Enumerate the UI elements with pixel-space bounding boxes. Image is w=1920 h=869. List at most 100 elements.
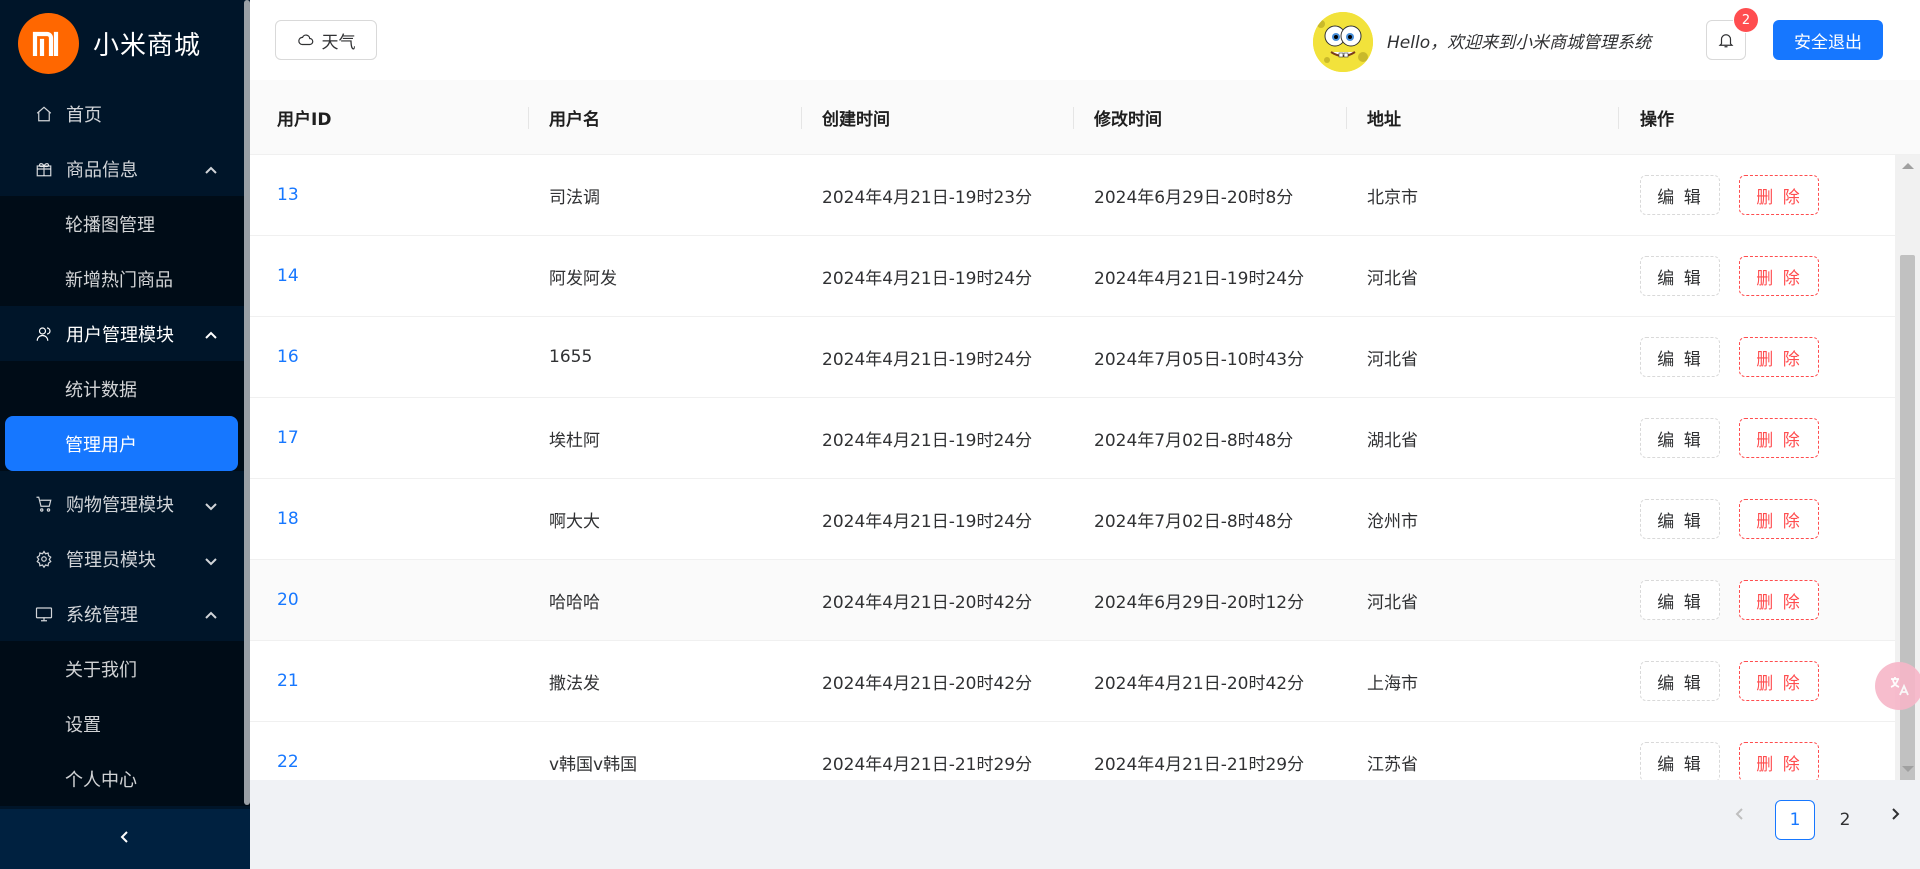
sidebar-item-label: 商品信息 bbox=[66, 159, 138, 181]
sidebar-item-profile[interactable]: 个人中心 bbox=[0, 751, 250, 806]
cell-username: 阿发阿发 bbox=[549, 268, 617, 289]
submenu-products: 轮播图管理 新增热门商品 bbox=[0, 196, 250, 306]
bell-icon bbox=[1718, 34, 1734, 48]
weather-button[interactable]: 天气 bbox=[275, 20, 377, 60]
sidebar-item-home[interactable]: 首页 bbox=[0, 86, 250, 141]
delete-button[interactable]: 删 除 bbox=[1739, 418, 1819, 458]
translate-icon bbox=[1890, 677, 1909, 696]
column-header-id: 用户ID bbox=[277, 110, 332, 130]
cell-user-id[interactable]: 16 bbox=[277, 317, 299, 397]
delete-button[interactable]: 删 除 bbox=[1739, 256, 1819, 296]
edit-button[interactable]: 编 辑 bbox=[1640, 175, 1720, 215]
table-row: 18 啊大大 2024年4月21日-19时24分 2024年7月02日-8时48… bbox=[250, 479, 1895, 560]
sidebar-item-statistics[interactable]: 统计数据 bbox=[0, 361, 250, 416]
cell-address: 江苏省 bbox=[1367, 754, 1418, 775]
brand-logo[interactable]: 小米商城 bbox=[0, 0, 250, 86]
cell-created: 2024年4月21日-20时42分 bbox=[822, 592, 1033, 613]
cell-username: v韩国v韩国 bbox=[549, 754, 638, 775]
sidebar-item-products[interactable]: 商品信息 bbox=[0, 141, 250, 196]
cloud-icon bbox=[297, 34, 313, 46]
cell-address: 河北省 bbox=[1367, 592, 1418, 613]
cell-user-id[interactable]: 17 bbox=[277, 398, 299, 478]
page-1-button[interactable]: 1 bbox=[1775, 800, 1815, 840]
welcome-text: Hello，欢迎来到小米商城管理系统 bbox=[1387, 33, 1652, 53]
translate-float-button[interactable] bbox=[1875, 662, 1920, 710]
cell-modified: 2024年7月02日-8时48分 bbox=[1094, 430, 1294, 451]
settings-icon bbox=[34, 549, 54, 569]
cell-username: 哈哈哈 bbox=[549, 592, 600, 613]
scroll-down-arrow-icon[interactable] bbox=[1902, 766, 1914, 772]
delete-button[interactable]: 删 除 bbox=[1739, 175, 1819, 215]
delete-button[interactable]: 删 除 bbox=[1739, 661, 1819, 701]
sidebar-item-settings[interactable]: 设置 bbox=[0, 696, 250, 751]
cell-address: 沧州市 bbox=[1367, 511, 1418, 532]
cell-user-id[interactable]: 14 bbox=[277, 236, 299, 316]
scroll-up-arrow-icon[interactable] bbox=[1902, 163, 1914, 169]
cell-modified: 2024年4月21日-19时24分 bbox=[1094, 268, 1305, 289]
cell-user-id[interactable]: 21 bbox=[277, 641, 299, 721]
column-divider bbox=[528, 107, 529, 129]
edit-button[interactable]: 编 辑 bbox=[1640, 742, 1720, 780]
sidebar-menu: 小米商城 首页 商品信息 轮播图管理 新增热门商品 用户管理模块 统计数据 管理… bbox=[0, 0, 250, 809]
sidebar-item-manage-users[interactable]: 管理用户 bbox=[5, 416, 238, 471]
column-divider bbox=[1073, 107, 1074, 129]
edit-button[interactable]: 编 辑 bbox=[1640, 418, 1720, 458]
cell-created: 2024年4月21日-19时24分 bbox=[822, 511, 1033, 532]
cell-address: 河北省 bbox=[1367, 268, 1418, 289]
home-icon bbox=[34, 104, 54, 124]
sidebar-item-label: 购物管理模块 bbox=[66, 494, 174, 516]
sidebar-collapse-button[interactable] bbox=[0, 809, 250, 869]
prev-page-button[interactable] bbox=[1733, 806, 1753, 826]
chevron-right-icon bbox=[1892, 808, 1900, 820]
sidebar-item-shopping[interactable]: 购物管理模块 bbox=[0, 476, 250, 531]
cell-user-id[interactable]: 22 bbox=[277, 722, 299, 780]
delete-button[interactable]: 删 除 bbox=[1739, 742, 1819, 780]
sidebar-item-admins[interactable]: 管理员模块 bbox=[0, 531, 250, 586]
chevron-down-icon bbox=[204, 552, 218, 566]
cell-username: 埃杜阿 bbox=[549, 430, 600, 451]
column-header-modified: 修改时间 bbox=[1094, 110, 1162, 130]
cell-modified: 2024年7月02日-8时48分 bbox=[1094, 511, 1294, 532]
sidebar-item-about[interactable]: 关于我们 bbox=[0, 641, 250, 696]
logout-button[interactable]: 安全退出 bbox=[1773, 20, 1883, 60]
avatar[interactable] bbox=[1313, 12, 1373, 72]
edit-button[interactable]: 编 辑 bbox=[1640, 580, 1720, 620]
cell-address: 上海市 bbox=[1367, 673, 1418, 694]
edit-button[interactable]: 编 辑 bbox=[1640, 499, 1720, 539]
page-2-button[interactable]: 2 bbox=[1825, 800, 1865, 840]
sidebar-item-users[interactable]: 用户管理模块 bbox=[0, 306, 250, 361]
next-page-button[interactable] bbox=[1888, 806, 1908, 826]
gift-icon bbox=[34, 159, 54, 179]
cell-created: 2024年4月21日-19时24分 bbox=[822, 349, 1033, 370]
cell-username: 司法调 bbox=[549, 187, 600, 208]
chevron-up-icon bbox=[204, 607, 218, 621]
delete-button[interactable]: 删 除 bbox=[1739, 337, 1819, 377]
delete-button[interactable]: 删 除 bbox=[1739, 499, 1819, 539]
cell-address: 北京市 bbox=[1367, 187, 1418, 208]
cell-modified: 2024年4月21日-20时42分 bbox=[1094, 673, 1305, 694]
delete-button[interactable]: 删 除 bbox=[1739, 580, 1819, 620]
edit-button[interactable]: 编 辑 bbox=[1640, 256, 1720, 296]
sidebar-item-carousel[interactable]: 轮播图管理 bbox=[0, 196, 250, 251]
users-table: 用户ID 用户名 创建时间 修改时间 地址 操作 13 司法调 2024年4月2… bbox=[250, 80, 1920, 780]
sidebar-item-hot-products[interactable]: 新增热门商品 bbox=[0, 251, 250, 306]
table-header: 用户ID 用户名 创建时间 修改时间 地址 操作 bbox=[250, 80, 1920, 155]
cell-user-id[interactable]: 20 bbox=[277, 560, 299, 640]
sidebar-item-label: 系统管理 bbox=[66, 604, 138, 626]
sidebar: 小米商城 首页 商品信息 轮播图管理 新增热门商品 用户管理模块 统计数据 管理… bbox=[0, 0, 250, 869]
sidebar-item-label: 管理员模块 bbox=[66, 549, 156, 571]
chevron-up-icon bbox=[204, 162, 218, 176]
cell-user-id[interactable]: 18 bbox=[277, 479, 299, 559]
table-row: 20 哈哈哈 2024年4月21日-20时42分 2024年6月29日-20时1… bbox=[250, 560, 1895, 641]
cell-created: 2024年4月21日-19时24分 bbox=[822, 268, 1033, 289]
table-row: 17 埃杜阿 2024年4月21日-19时24分 2024年7月02日-8时48… bbox=[250, 398, 1895, 479]
cart-icon bbox=[34, 494, 54, 514]
edit-button[interactable]: 编 辑 bbox=[1640, 337, 1720, 377]
edit-button[interactable]: 编 辑 bbox=[1640, 661, 1720, 701]
sidebar-item-system[interactable]: 系统管理 bbox=[0, 586, 250, 641]
cell-username: 撒法发 bbox=[549, 673, 600, 694]
cell-created: 2024年4月21日-19时24分 bbox=[822, 430, 1033, 451]
mi-logo-icon bbox=[18, 12, 79, 74]
cell-user-id[interactable]: 13 bbox=[277, 155, 299, 235]
top-header: 天气 Hello，欢迎来到小米商城管理系统 2 安全退出 bbox=[250, 0, 1920, 80]
